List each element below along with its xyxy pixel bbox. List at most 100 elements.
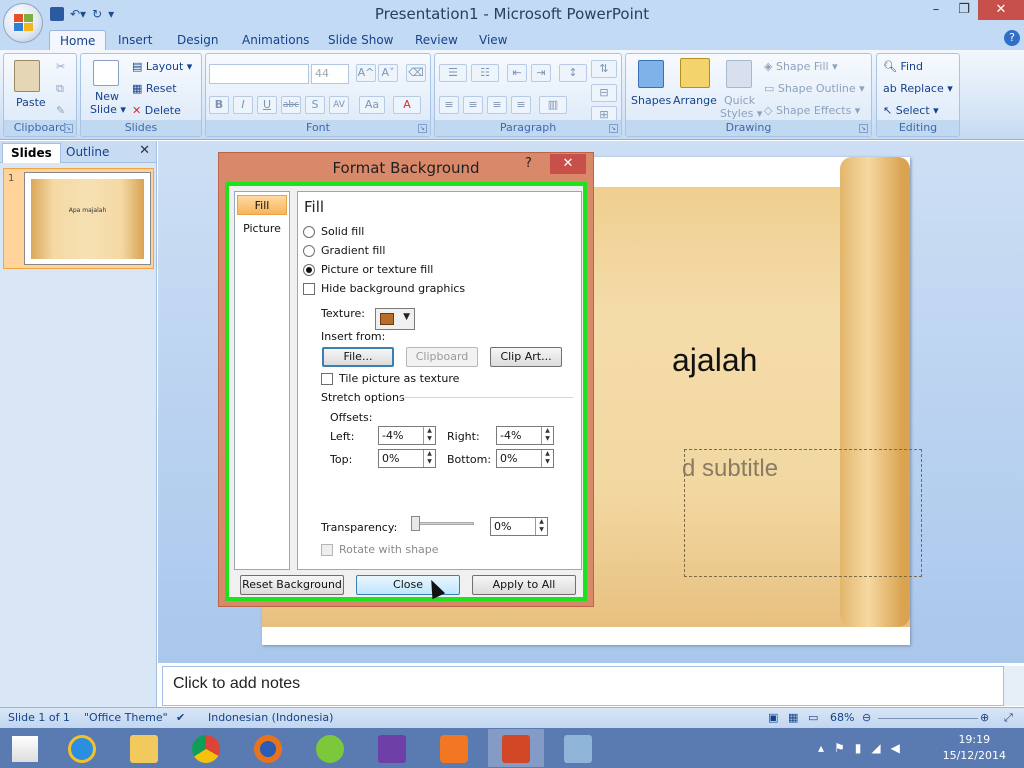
offset-top-input[interactable]: 0% ▲ ▼ <box>378 449 436 468</box>
tab-view[interactable]: View <box>469 30 517 50</box>
solid-fill-radio[interactable] <box>303 225 315 238</box>
offset-top-spinner-icon[interactable]: ▲ ▼ <box>423 450 435 467</box>
zoom-slider[interactable] <box>878 718 978 719</box>
tab-home[interactable]: Home <box>49 30 107 50</box>
tab-outline[interactable]: Outline <box>58 143 117 163</box>
notes-scrollbar[interactable] <box>1004 666 1024 706</box>
clear-format-button[interactable]: ⌫ <box>406 64 426 82</box>
transparency-spinner-icon[interactable]: ▲ ▼ <box>535 518 547 535</box>
battery-icon[interactable]: ▮ <box>855 741 872 755</box>
shape-outline-button[interactable]: ▭ Shape Outline ▾ <box>764 82 865 95</box>
zoom-level[interactable]: 68% <box>830 711 854 724</box>
volume-icon[interactable]: ◀ <box>891 741 910 755</box>
new-slide-label-2[interactable]: Slide ▾ <box>90 103 126 116</box>
gradient-fill-radio[interactable] <box>303 244 315 257</box>
clipboard-launcher-icon[interactable]: ↘ <box>64 124 73 133</box>
align-left-icon[interactable]: ≡ <box>439 96 459 114</box>
rotate-checkbox[interactable] <box>321 543 333 556</box>
slide-sorter-icon[interactable]: ▦ <box>788 711 798 724</box>
shape-fill-button[interactable]: ◈ Shape Fill ▾ <box>764 60 838 73</box>
offset-left-input[interactable]: -4% ▲ ▼ <box>378 426 436 445</box>
new-slide-icon[interactable] <box>93 60 119 86</box>
new-slide-label-1[interactable]: New <box>95 90 119 103</box>
restore-button[interactable]: ❐ <box>950 0 978 20</box>
delete-button[interactable]: ✕ Delete <box>132 104 181 117</box>
strikethrough-button[interactable]: abc <box>281 96 301 114</box>
tile-option[interactable]: Tile picture as texture <box>321 372 459 385</box>
clipboard-button[interactable]: Clipboard <box>406 347 478 367</box>
reset-button[interactable]: ▦ Reset <box>132 82 177 95</box>
firefox-icon[interactable] <box>240 729 296 767</box>
office-button[interactable] <box>3 3 43 43</box>
tile-checkbox[interactable] <box>321 372 333 385</box>
show-hidden-icon[interactable]: ▴ <box>818 741 834 755</box>
tab-design[interactable]: Design <box>167 30 228 50</box>
tab-review[interactable]: Review <box>405 30 468 50</box>
align-right-icon[interactable]: ≡ <box>487 96 507 114</box>
find-button[interactable]: 🔍︎ Find <box>883 60 923 73</box>
spacing-button[interactable]: AV <box>329 96 349 114</box>
paste-button[interactable]: Paste <box>16 96 46 109</box>
font-size-combo[interactable]: 44 <box>311 64 349 84</box>
tab-slide-show[interactable]: Slide Show <box>318 30 403 50</box>
network-icon[interactable]: ◢ <box>871 741 890 755</box>
close-pane-icon[interactable]: ✕ <box>139 143 150 158</box>
offset-left-spinner-icon[interactable]: ▲ ▼ <box>423 427 435 444</box>
shapes-icon[interactable] <box>638 60 664 88</box>
action-center-icon[interactable]: ⚑ <box>834 741 855 755</box>
solid-fill-option[interactable]: Solid fill <box>303 225 364 238</box>
app-icon[interactable] <box>550 729 606 767</box>
clock[interactable]: 19:19 15/12/2014 <box>943 732 1006 764</box>
tab-slides[interactable]: Slides <box>2 143 61 163</box>
increase-indent-icon[interactable]: ⇥ <box>531 64 551 82</box>
offset-bottom-spinner-icon[interactable]: ▲ ▼ <box>541 450 553 467</box>
tab-insert[interactable]: Insert <box>108 30 162 50</box>
slide-title[interactable]: ajalah <box>672 342 757 379</box>
picture-fill-radio[interactable] <box>303 263 315 276</box>
ie-icon[interactable] <box>54 729 110 767</box>
bullets-icon[interactable]: ☰ <box>439 64 467 82</box>
bold-button[interactable]: B <box>209 96 229 114</box>
slide-show-icon[interactable]: ▭ <box>808 711 818 724</box>
powerpoint-icon[interactable] <box>488 729 544 767</box>
reset-background-button[interactable]: Reset Background <box>240 575 344 595</box>
clip-art-button[interactable]: Clip Art... <box>490 347 562 367</box>
layout-button[interactable]: ▤ Layout ▾ <box>132 60 192 73</box>
offset-bottom-input[interactable]: 0% ▲ ▼ <box>496 449 554 468</box>
text-direction-icon[interactable]: ⇅ <box>591 60 617 78</box>
font-color-button[interactable]: A <box>393 96 421 114</box>
align-center-icon[interactable]: ≡ <box>463 96 483 114</box>
shapes-button[interactable]: Shapes <box>631 94 671 107</box>
drawing-launcher-icon[interactable]: ↘ <box>859 124 868 133</box>
fit-window-icon[interactable]: ⤢ <box>1004 711 1013 725</box>
spellcheck-icon[interactable]: ✔ <box>176 711 185 724</box>
shadow-button[interactable]: S <box>305 96 325 114</box>
language[interactable]: Indonesian (Indonesia) <box>208 711 333 724</box>
texture-dropdown[interactable]: ▼ <box>375 308 415 330</box>
copy-icon[interactable]: ⧉ <box>56 82 64 96</box>
shape-effects-button[interactable]: ◇ Shape Effects ▾ <box>764 104 860 117</box>
transparency-slider-track[interactable] <box>414 522 474 525</box>
underline-button[interactable]: U <box>257 96 277 114</box>
cut-icon[interactable]: ✂ <box>56 60 65 73</box>
transparency-slider-thumb[interactable] <box>411 516 420 531</box>
select-button[interactable]: ↖ Select ▾ <box>883 104 939 117</box>
notes-pane[interactable]: Click to add notes <box>162 666 1004 706</box>
chrome-icon[interactable] <box>178 729 234 767</box>
quick-styles-label-1[interactable]: Quick <box>724 94 755 107</box>
apply-to-all-button[interactable]: Apply to All <box>472 575 576 595</box>
arrange-button[interactable]: Arrange <box>673 94 717 107</box>
gradient-fill-option[interactable]: Gradient fill <box>303 244 385 257</box>
tab-animations[interactable]: Animations <box>232 30 319 50</box>
paste-icon[interactable] <box>14 60 40 92</box>
font-launcher-icon[interactable]: ↘ <box>418 124 427 133</box>
line-spacing-icon[interactable]: ↕ <box>559 64 587 82</box>
font-name-combo[interactable] <box>209 64 309 84</box>
numbering-icon[interactable]: ☷ <box>471 64 499 82</box>
hide-background-checkbox[interactable] <box>303 282 315 295</box>
minimize-button[interactable]: – <box>922 0 950 20</box>
help-icon[interactable]: ? <box>1004 30 1020 46</box>
close-button[interactable]: ✕ <box>978 0 1024 20</box>
dialog-close-button[interactable]: ✕ <box>550 154 586 174</box>
xampp-icon[interactable] <box>426 729 482 767</box>
